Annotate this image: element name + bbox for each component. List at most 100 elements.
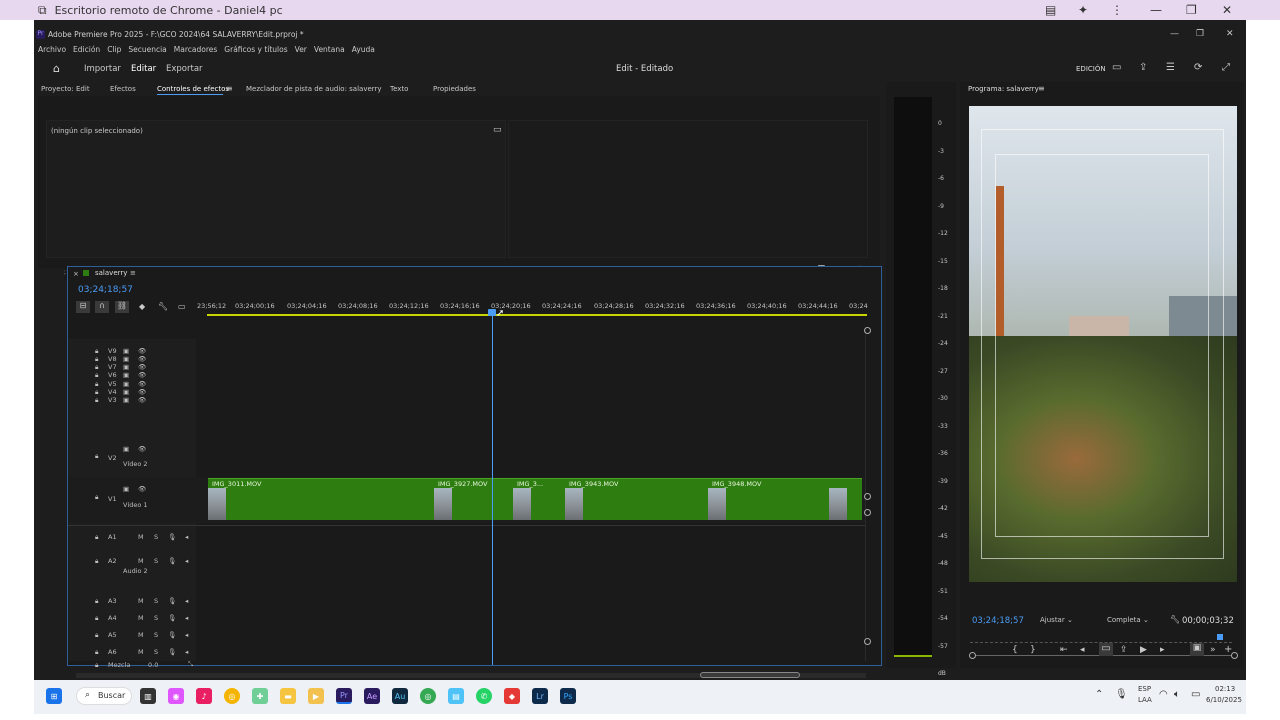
lock-icon[interactable]: 🔒︎ bbox=[95, 396, 98, 405]
record-icon[interactable]: 🎙︎ bbox=[168, 648, 176, 656]
pr-maximize-icon[interactable]: ❐ bbox=[1196, 29, 1204, 39]
film-icon[interactable]: ▣ bbox=[123, 363, 129, 371]
scroll-handle[interactable] bbox=[864, 327, 871, 334]
lift-icon[interactable]: ⇪ bbox=[1120, 645, 1128, 655]
battery-icon[interactable]: ▭ bbox=[1191, 689, 1200, 700]
menu-ayuda[interactable]: Ayuda bbox=[352, 45, 375, 56]
mark-in-icon[interactable]: { bbox=[1012, 645, 1018, 655]
lock-icon[interactable]: 🔒︎ bbox=[95, 452, 98, 461]
tab-exportar[interactable]: Exportar bbox=[166, 64, 203, 74]
workspace-label[interactable]: EDICIÓN bbox=[1076, 65, 1106, 73]
quality-dropdown[interactable]: Completa ⌄ bbox=[1107, 616, 1149, 624]
mute-button[interactable]: M bbox=[138, 614, 144, 622]
playhead-handle[interactable] bbox=[488, 309, 496, 316]
media-icon[interactable]: ▶ bbox=[308, 688, 324, 704]
mute-button[interactable]: M bbox=[138, 631, 144, 639]
solo-button[interactable]: S bbox=[154, 648, 158, 656]
mix-value[interactable]: 0.0 bbox=[148, 661, 158, 669]
captions-icon[interactable]: ▭ bbox=[178, 302, 186, 311]
photos-icon[interactable]: ▤ bbox=[448, 688, 464, 704]
program-title[interactable]: Programa: salaverry bbox=[968, 85, 1039, 93]
eye-icon[interactable]: 👁︎ bbox=[138, 363, 146, 371]
tab-importar[interactable]: Importar bbox=[84, 64, 121, 74]
clip-img-3948[interactable]: IMG_3948.MOV bbox=[708, 478, 862, 520]
film-icon[interactable]: ▣ bbox=[123, 485, 129, 493]
snap-icon[interactable]: ∩ bbox=[95, 301, 109, 313]
tab-mezclador[interactable]: Mezclador de pista de audio: salaverry bbox=[246, 85, 382, 93]
lock-icon[interactable]: 🔒︎ bbox=[95, 614, 98, 623]
export-frame-icon[interactable]: ▣ bbox=[1190, 643, 1204, 656]
progress-icon[interactable]: ⟳ bbox=[1194, 62, 1202, 73]
panel-icon[interactable]: ▭ bbox=[1112, 62, 1121, 73]
after-effects-icon[interactable]: Ae bbox=[364, 688, 380, 704]
film-icon[interactable]: ▣ bbox=[123, 355, 129, 363]
eye-icon[interactable]: 👁︎ bbox=[138, 347, 146, 355]
solo-button[interactable]: S bbox=[154, 631, 158, 639]
pan-icon[interactable]: ◂ bbox=[185, 597, 188, 605]
menu-ver[interactable]: Ver bbox=[295, 45, 307, 56]
film-icon[interactable]: ▣ bbox=[123, 347, 129, 355]
menu-ventana[interactable]: Ventana bbox=[314, 45, 345, 56]
task-view-icon[interactable]: ▥ bbox=[140, 688, 156, 704]
play-icon[interactable]: ▶ bbox=[1140, 645, 1147, 655]
eye-icon[interactable]: 👁︎ bbox=[138, 388, 146, 396]
record-icon[interactable]: 🎙︎ bbox=[168, 597, 176, 605]
toggle-keyframes-icon[interactable]: ▭ bbox=[493, 125, 502, 135]
pan-icon[interactable]: ◂ bbox=[185, 557, 188, 565]
anydesk-icon[interactable]: ◆ bbox=[504, 688, 520, 704]
film-icon[interactable]: ▣ bbox=[123, 388, 129, 396]
solo-button[interactable]: S bbox=[154, 597, 158, 605]
tab-propiedades[interactable]: Propiedades bbox=[433, 85, 476, 93]
playhead-line[interactable] bbox=[492, 309, 493, 665]
add-button-icon[interactable]: + bbox=[1224, 644, 1232, 655]
eye-icon[interactable]: 👁︎ bbox=[138, 445, 146, 453]
tab-editar[interactable]: Editar bbox=[131, 64, 156, 74]
search-box[interactable]: ⌕ Buscar bbox=[76, 687, 132, 705]
eye-icon[interactable]: 👁︎ bbox=[138, 371, 146, 379]
record-icon[interactable]: 🎙︎ bbox=[168, 533, 176, 541]
clip-img-3011[interactable]: IMG_3011.MOV bbox=[208, 478, 434, 520]
settings-wrench-icon[interactable]: 🔧︎ bbox=[1170, 615, 1180, 624]
solo-button[interactable]: S bbox=[154, 533, 158, 541]
app-icon[interactable]: ✚ bbox=[252, 688, 268, 704]
tab-proyecto[interactable]: Proyecto: Edit bbox=[41, 85, 90, 93]
pr-minimize-icon[interactable]: — bbox=[1170, 29, 1179, 39]
close-seq-icon[interactable]: × bbox=[73, 270, 79, 278]
mix-icon[interactable]: ⤡ bbox=[188, 660, 193, 669]
fullscreen-icon[interactable]: ⤢ bbox=[1222, 62, 1230, 73]
chrome-icon[interactable]: ◎ bbox=[224, 688, 240, 704]
insert-nest-icon[interactable]: ⊟ bbox=[76, 301, 90, 313]
film-icon[interactable]: ▣ bbox=[123, 380, 129, 388]
record-icon[interactable]: 🎙︎ bbox=[168, 557, 176, 565]
tab-controles-efectos[interactable]: Controles de efectos bbox=[157, 85, 229, 93]
menu-archivo[interactable]: Archivo bbox=[38, 45, 66, 56]
menu-graficos[interactable]: Gráficos y títulos bbox=[224, 45, 287, 56]
clip-img-3[interactable]: IMG_3... bbox=[513, 478, 565, 520]
lock-icon[interactable]: 🔒︎ bbox=[95, 371, 98, 380]
fit-dropdown[interactable]: Ajustar ⌄ bbox=[1040, 616, 1092, 628]
time-ruler[interactable]: 23;56;12 03;24;00;16 03;24;04;16 03;24;0… bbox=[197, 300, 868, 320]
more-icon[interactable]: ⋮ bbox=[1111, 3, 1123, 17]
chrome-remote-icon[interactable]: ◎ bbox=[420, 688, 436, 704]
pan-icon[interactable]: ◂ bbox=[185, 648, 188, 656]
step-forward-icon[interactable]: ▸ bbox=[1160, 645, 1165, 655]
film-icon[interactable]: ▣ bbox=[123, 445, 129, 453]
whatsapp-icon[interactable]: ✆ bbox=[476, 688, 492, 704]
record-icon[interactable]: 🎙︎ bbox=[168, 614, 176, 622]
menu-secuencia[interactable]: Secuencia bbox=[128, 45, 166, 56]
go-to-in-icon[interactable]: ⇤ bbox=[1060, 645, 1068, 655]
lock-icon[interactable]: 🔒︎ bbox=[95, 648, 98, 657]
clipboard-icon[interactable]: ▤ bbox=[1045, 3, 1056, 17]
lock-icon[interactable]: 🔒︎ bbox=[95, 631, 98, 640]
microphone-icon[interactable]: 🎙︎ bbox=[1115, 689, 1128, 700]
program-video-frame[interactable] bbox=[969, 106, 1237, 582]
linked-selection-icon[interactable]: ⛓ bbox=[115, 301, 129, 313]
pan-icon[interactable]: ◂ bbox=[185, 614, 188, 622]
mute-button[interactable]: M bbox=[138, 557, 144, 565]
work-area-bar[interactable] bbox=[207, 314, 867, 316]
premiere-taskbar-icon[interactable]: Pr bbox=[336, 688, 352, 704]
share-icon[interactable]: ⇪ bbox=[1139, 62, 1147, 73]
seq-menu-icon[interactable]: ≡ bbox=[130, 269, 136, 277]
film-icon[interactable]: ▣ bbox=[123, 396, 129, 404]
mute-button[interactable]: M bbox=[138, 648, 144, 656]
